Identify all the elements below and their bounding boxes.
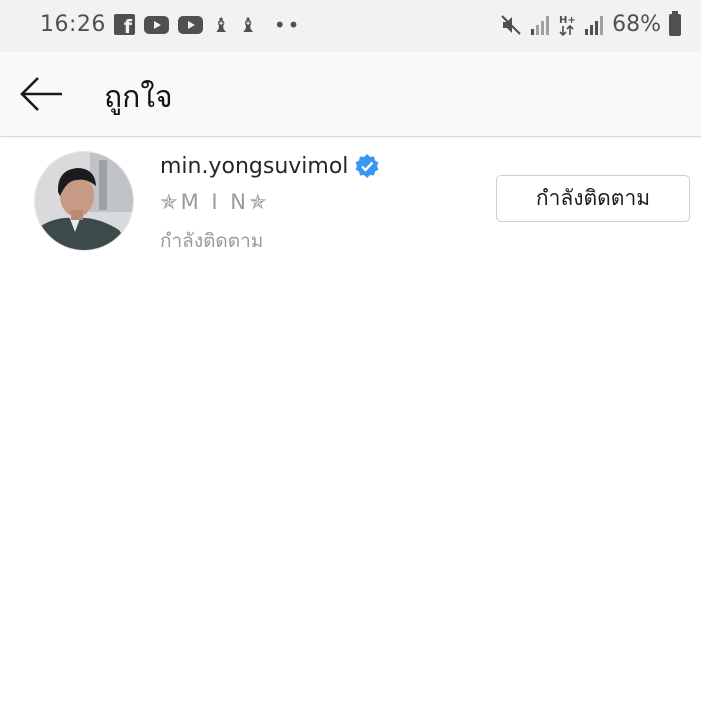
battery-percent: 68% xyxy=(612,12,661,37)
system-icons: H+ 68% xyxy=(500,10,681,37)
notification-icons: ♝ ♝ •• xyxy=(114,12,302,38)
more-dots-icon: •• xyxy=(273,12,302,37)
avatar-image xyxy=(35,152,133,250)
data-hplus-icon: H+ xyxy=(559,15,576,36)
youtube-icon xyxy=(178,15,203,34)
following-status-text: กำลังติดตาม xyxy=(160,230,264,252)
verified-badge-icon xyxy=(355,154,379,178)
status-bar: 16:26 ♝ ♝ •• H+ xyxy=(0,0,701,52)
facebook-icon xyxy=(114,14,135,38)
page-title: ถูกใจ xyxy=(104,80,173,115)
arrow-left-icon xyxy=(20,77,62,111)
screen: 16:26 ♝ ♝ •• H+ xyxy=(0,0,701,701)
signal-icon xyxy=(531,15,550,35)
battery-icon xyxy=(669,10,681,36)
full-name: ✯M I N✯ xyxy=(160,190,270,214)
notification-icon: ♝ xyxy=(238,12,257,37)
notification-icon: ♝ xyxy=(212,12,230,37)
list-item[interactable]: min.yongsuvimol ✯M I N✯ กำลังติดตาม กำลั… xyxy=(0,137,701,261)
avatar[interactable] xyxy=(34,151,134,251)
svg-text:H+: H+ xyxy=(559,15,576,26)
following-button[interactable]: กำลังติดตาม xyxy=(496,175,690,222)
status-time: 16:26 xyxy=(40,12,106,37)
youtube-icon xyxy=(144,15,169,34)
signal-icon xyxy=(585,15,604,35)
mute-icon xyxy=(501,14,521,35)
app-bar: ถูกใจ xyxy=(0,52,701,137)
username: min.yongsuvimol xyxy=(160,153,349,179)
username-link[interactable]: min.yongsuvimol xyxy=(160,153,380,179)
back-button[interactable] xyxy=(18,74,66,114)
